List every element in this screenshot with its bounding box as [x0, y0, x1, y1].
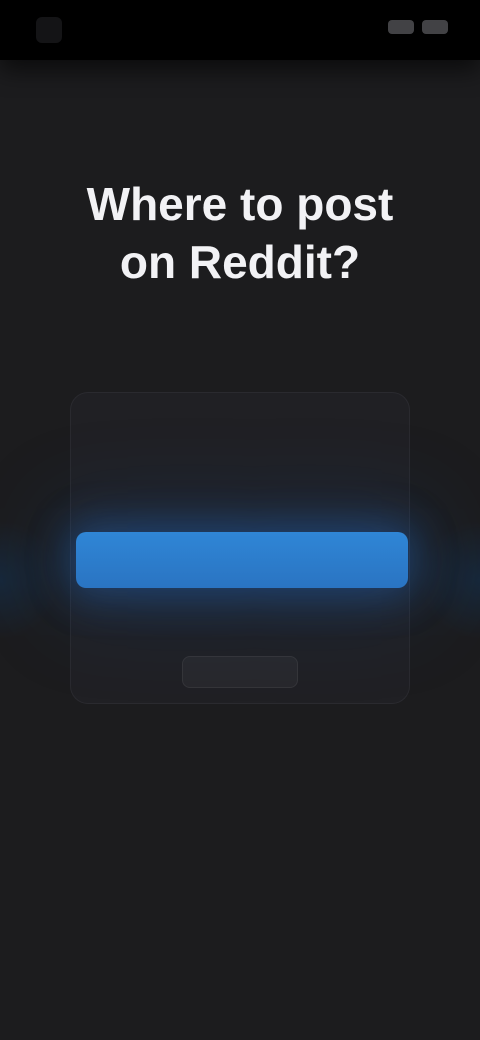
page-title-line-1: Where to post [86, 178, 394, 230]
status-bar [0, 0, 480, 60]
ambient-glow-right [420, 520, 480, 640]
page-title-line-2: on Reddit? [119, 236, 361, 288]
battery-icon [422, 20, 448, 34]
primary-action-button[interactable] [76, 532, 408, 588]
page-title: Where to post on Reddit? [40, 175, 440, 291]
wifi-icon [388, 20, 414, 34]
app-icon [36, 17, 62, 43]
status-right [388, 20, 448, 34]
status-left [36, 16, 70, 44]
ambient-glow-left [0, 520, 60, 640]
secondary-action-button[interactable] [182, 656, 298, 688]
